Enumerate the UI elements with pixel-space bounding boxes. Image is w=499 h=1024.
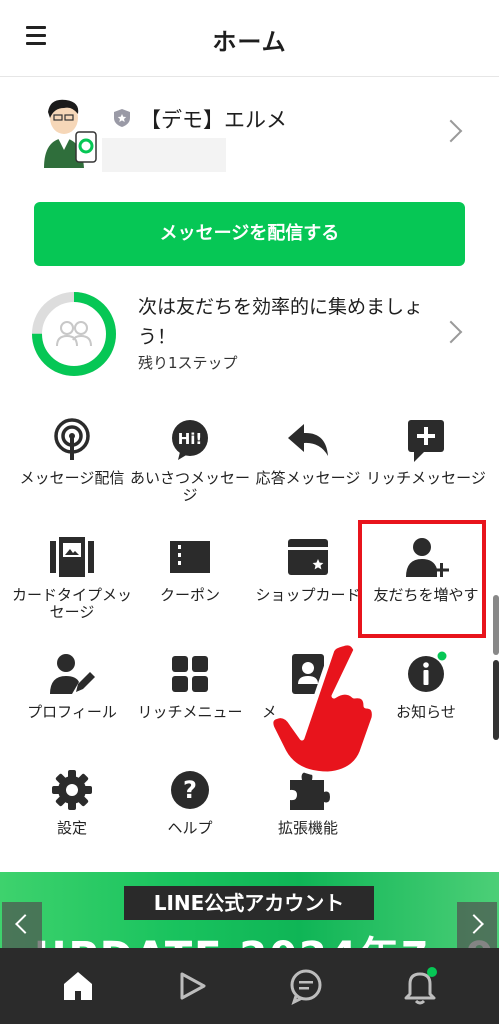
tab-voom[interactable]	[172, 966, 212, 1006]
grid-item-help[interactable]: ? ヘルプ	[128, 766, 252, 837]
chevron-left-icon	[15, 914, 35, 934]
remaining-steps-label: 残り1ステップ	[138, 354, 238, 372]
grid-item-coupon[interactable]: クーポン	[128, 533, 252, 604]
rich-menu-icon	[172, 656, 208, 692]
play-icon	[180, 972, 206, 1000]
grid-item-card-type-message[interactable]: カードタイプメッセージ	[10, 533, 134, 621]
grid-label: お知らせ	[396, 703, 456, 721]
profile-icon	[50, 654, 95, 694]
grid-item-message-broadcast[interactable]: メッセージ配信	[10, 416, 134, 487]
grid-item-settings[interactable]: 設定	[10, 766, 134, 837]
notification-badge-dot	[427, 967, 437, 977]
grid-label: メッセージ配信	[19, 469, 125, 487]
grid-item-greeting-message[interactable]: Hi! あいさつメッセージ	[128, 416, 252, 504]
shield-icon	[114, 109, 130, 127]
promo-banner[interactable]: LINE公式アカウント UPDATE 2024年7~9月期	[0, 872, 499, 948]
coupon-icon	[170, 541, 210, 573]
chevron-right-icon	[439, 119, 463, 143]
account-row[interactable]: 【デモ】エルメ	[0, 78, 499, 188]
banner-next-button[interactable]	[457, 902, 497, 948]
shop-card-icon	[288, 539, 328, 575]
account-avatar	[44, 99, 97, 168]
grid-label: 応答メッセージ	[255, 469, 361, 487]
grid-label: リッチメニュー	[137, 703, 243, 721]
progress-ring	[32, 292, 116, 376]
grid-label: リッチメッセージ	[366, 469, 486, 487]
grid-label: 設定	[56, 819, 87, 837]
chevron-right-icon	[439, 320, 463, 344]
tab-notifications[interactable]	[400, 966, 440, 1006]
info-icon	[408, 651, 447, 692]
help-icon: ?	[171, 771, 209, 809]
page-title: ホーム	[212, 28, 287, 56]
svg-text:Hi!: Hi!	[178, 430, 203, 448]
grid-label: あいさつメッセージ	[129, 469, 250, 504]
broadcast-icon	[54, 418, 90, 460]
bottom-tab-bar	[0, 948, 499, 1024]
grid-item-rich-menu[interactable]: リッチメニュー	[128, 650, 252, 721]
grid-item-notices[interactable]: お知らせ	[364, 650, 488, 721]
scrollbar-track	[493, 660, 499, 740]
grid-label: プロフィール	[27, 703, 117, 721]
scrollbar-thumb[interactable]	[493, 595, 499, 655]
grid-label: ショップカード	[255, 586, 361, 604]
grid-label: クーポン	[159, 586, 220, 604]
tab-chat[interactable]	[286, 966, 326, 1006]
card-type-icon	[50, 537, 94, 577]
app-header: ホーム	[0, 0, 499, 77]
grid-item-shop-card[interactable]: ショップカード	[246, 533, 370, 604]
grid-item-rich-message[interactable]: リッチメッセージ	[364, 416, 488, 487]
next-step-text: 次は友だちを効率的に集めましょう！	[138, 296, 424, 348]
banner-prev-button[interactable]	[2, 902, 42, 948]
banner-headline: UPDATE 2024年7~9月期	[34, 924, 499, 948]
chat-icon	[290, 969, 322, 1005]
next-step-card[interactable]: 次は友だちを効率的に集めましょう！ 残り1ステップ	[0, 280, 499, 380]
grid-label: 拡張機能	[277, 819, 338, 837]
chevron-right-icon	[464, 914, 484, 934]
banner-pill-label: LINE公式アカウント	[124, 886, 374, 920]
hi-bubble-icon: Hi!	[172, 420, 208, 460]
home-icon	[64, 972, 92, 1000]
grid-item-auto-reply[interactable]: 応答メッセージ	[246, 416, 370, 487]
send-message-button[interactable]: メッセージを配信する	[34, 202, 465, 266]
account-id-placeholder	[102, 138, 226, 172]
pointing-hand-icon	[268, 640, 377, 777]
grid-label: カードタイプメッセージ	[11, 586, 132, 621]
gear-icon	[52, 770, 92, 810]
rich-message-icon	[408, 420, 444, 462]
tab-home[interactable]	[58, 966, 98, 1006]
bell-icon	[404, 967, 437, 1005]
reply-icon	[288, 424, 328, 456]
account-name: 【デモ】エルメ	[140, 108, 287, 132]
highlight-frame	[358, 520, 486, 638]
grid-label: ヘルプ	[167, 819, 213, 837]
svg-text:?: ?	[183, 776, 197, 804]
new-badge-dot	[437, 651, 447, 661]
grid-item-profile[interactable]: プロフィール	[10, 650, 134, 721]
